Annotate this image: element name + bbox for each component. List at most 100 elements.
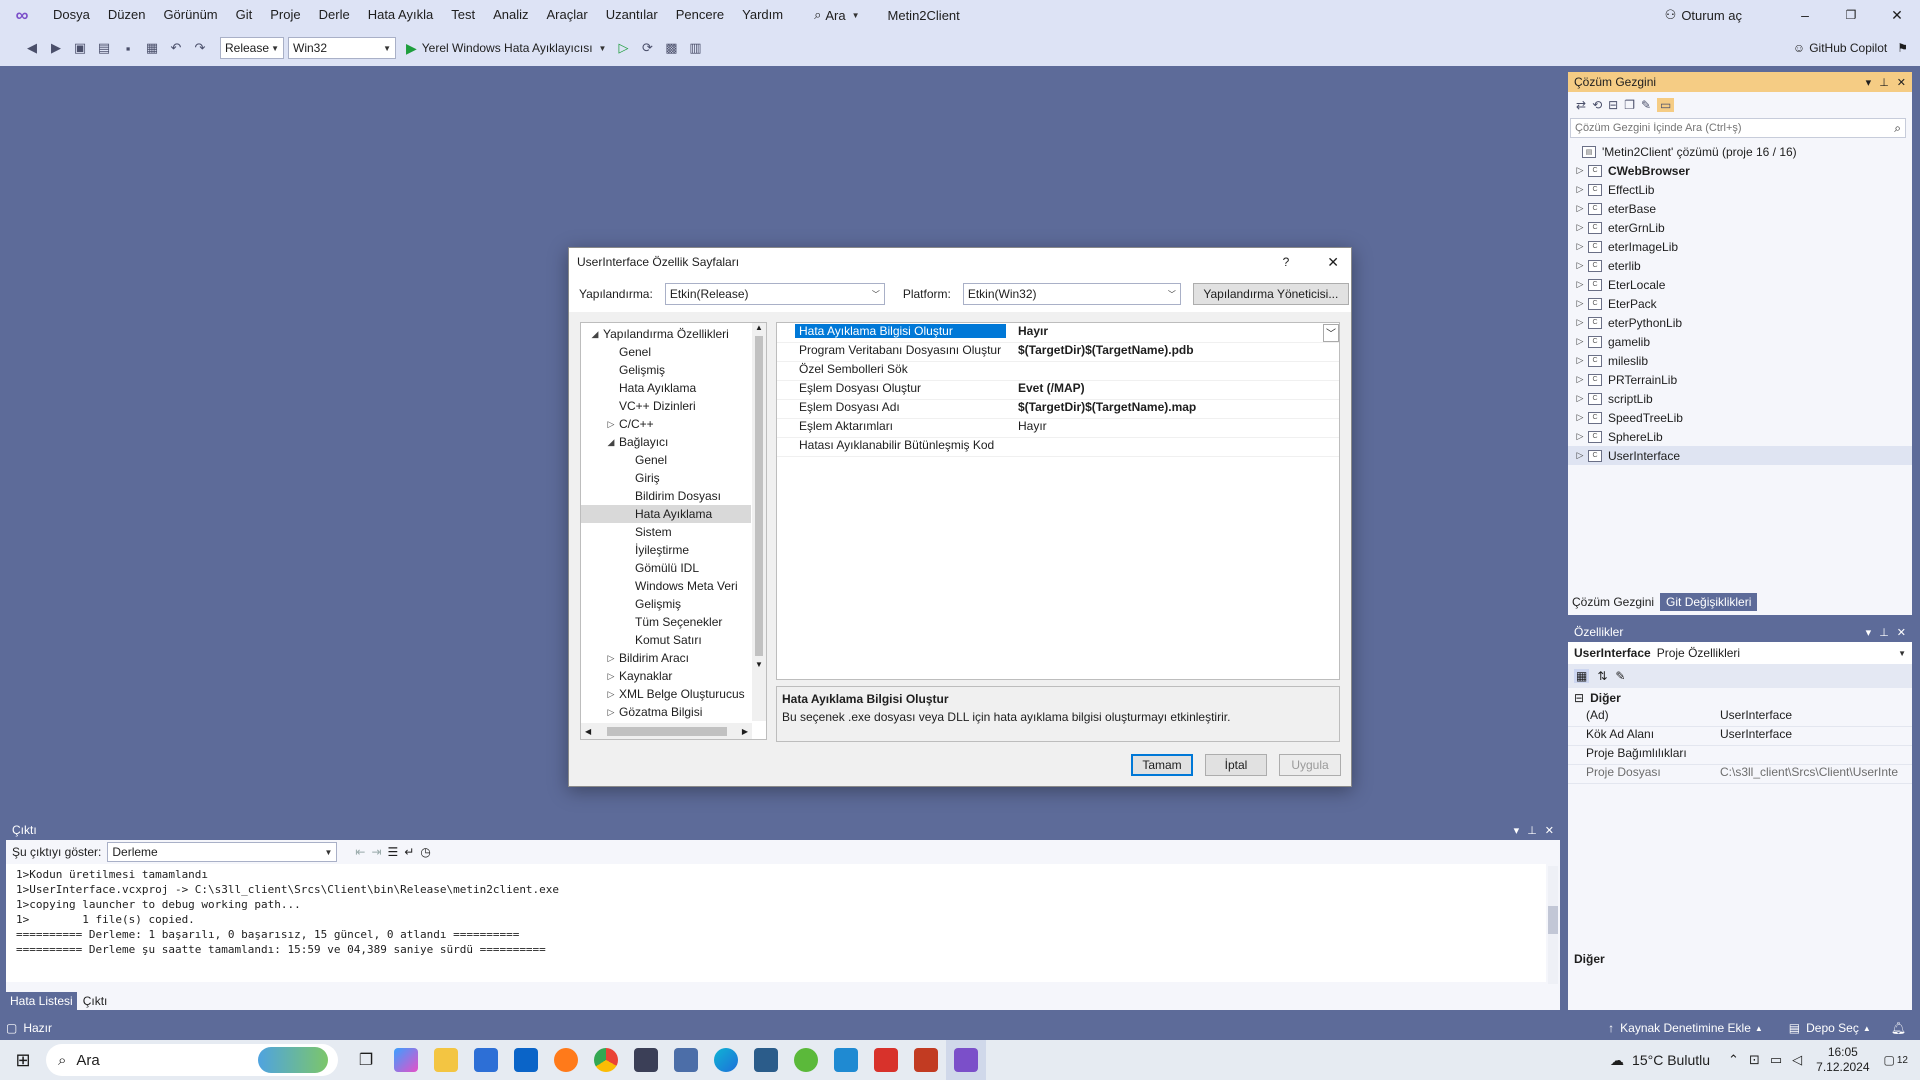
dialog-tree-item[interactable]: ◢ Bağlayıcı: [581, 433, 751, 451]
dialog-tree-item[interactable]: Tüm Seçenekler: [581, 613, 751, 631]
property-grid-row[interactable]: Eşlem Dosyası Adı $(TargetDir)$(TargetNam…: [777, 400, 1339, 419]
dialog-tree-item[interactable]: Hata Ayıklama: [581, 505, 751, 523]
dialog-tree-item[interactable]: Genel: [581, 451, 751, 469]
visual-studio-icon[interactable]: [946, 1040, 986, 1080]
menu-item-1[interactable]: Düzen: [99, 0, 155, 30]
copilot-app-icon[interactable]: [386, 1040, 426, 1080]
expand-icon[interactable]: ◢: [587, 329, 603, 340]
dialog-tree-item[interactable]: ▷ C/C++: [581, 415, 751, 433]
dialog-tree-item[interactable]: ▷ Kaynaklar: [581, 667, 751, 685]
dialog-tree-item[interactable]: ◢ Yapılandırma Özellikleri: [581, 325, 751, 343]
dialog-tree-item[interactable]: Hata Ayıklama: [581, 379, 751, 397]
notification-icon[interactable]: 🔔︎: [1891, 1021, 1906, 1035]
goto-prev-icon[interactable]: ⇤: [355, 845, 365, 859]
tree-hscroll[interactable]: ◀ ▶: [581, 723, 752, 739]
menu-item-11[interactable]: Pencere: [667, 0, 733, 30]
property-row[interactable]: Kök Ad Alanı UserInterface: [1568, 727, 1912, 746]
app-icon-4[interactable]: [866, 1040, 906, 1080]
property-grid-row[interactable]: Hatası Ayıklanabilir Bütünleşmiş Kod: [777, 438, 1339, 457]
expand-icon[interactable]: ▷: [1572, 241, 1588, 252]
chevron-down-icon[interactable]: ▾: [1866, 626, 1872, 639]
save-icon[interactable]: ▪: [119, 39, 137, 57]
tab-output[interactable]: Çıktı: [78, 994, 112, 1008]
dialog-tree-item[interactable]: Genel: [581, 343, 751, 361]
expand-icon[interactable]: ▷: [1572, 374, 1588, 385]
pin-icon[interactable]: ⊥: [1879, 76, 1889, 89]
cancel-button[interactable]: İptal: [1205, 754, 1267, 776]
dialog-tree-item[interactable]: Windows Meta Veri: [581, 577, 751, 595]
expand-icon[interactable]: ▷: [1572, 298, 1588, 309]
ok-button[interactable]: Tamam: [1131, 754, 1193, 776]
expand-icon[interactable]: ▷: [1572, 184, 1588, 195]
dialog-tree-item[interactable]: ▷ XML Belge Oluşturucus: [581, 685, 751, 703]
expand-icon[interactable]: ▷: [1572, 203, 1588, 214]
expand-icon[interactable]: ▷: [1572, 431, 1588, 442]
menu-item-0[interactable]: Dosya: [44, 0, 99, 30]
edge-icon[interactable]: [706, 1040, 746, 1080]
search-app-icon[interactable]: [546, 1040, 586, 1080]
expand-icon[interactable]: ▷: [1572, 260, 1588, 271]
project-item[interactable]: ▷ C CWebBrowser: [1568, 161, 1912, 180]
dialog-platform-select[interactable]: Etkin(Win32) ﹀: [962, 283, 1181, 305]
solution-root[interactable]: ▤ 'Metin2Client' çözümü (proje 16 / 16): [1568, 142, 1912, 161]
word-wrap-icon[interactable]: ↵: [404, 845, 414, 859]
property-grid-row[interactable]: Eşlem Aktarımları Hayır: [777, 419, 1339, 438]
windows-start-icon[interactable]: ⊞: [0, 1040, 46, 1080]
dialog-tree-item[interactable]: İyileştirme: [581, 541, 751, 559]
preview-icon[interactable]: ▭: [1657, 98, 1675, 112]
expand-icon[interactable]: ▷: [603, 653, 619, 664]
alphabetical-icon[interactable]: ⇅: [1597, 669, 1607, 683]
expand-icon[interactable]: ▷: [1572, 279, 1588, 290]
dialog-config-select[interactable]: Etkin(Release) ﹀: [664, 283, 885, 305]
vscode-icon[interactable]: [826, 1040, 866, 1080]
project-item[interactable]: ▷ C SpeedTreeLib: [1568, 408, 1912, 427]
menu-item-6[interactable]: Hata Ayıkla: [359, 0, 443, 30]
dialog-close-icon[interactable]: ✕: [1327, 254, 1339, 271]
save-all-icon[interactable]: ▦: [143, 39, 161, 57]
project-item[interactable]: ▷ C EterLocale: [1568, 275, 1912, 294]
config-manager-button[interactable]: Yapılandırma Yöneticisi...: [1192, 283, 1349, 305]
menu-item-5[interactable]: Derle: [310, 0, 359, 30]
usb-icon[interactable]: ⊡: [1749, 1052, 1760, 1068]
project-item[interactable]: ▷ C SphereLib: [1568, 427, 1912, 446]
minimize-button[interactable]: –: [1782, 7, 1828, 23]
dialog-tree-item[interactable]: Sistem: [581, 523, 751, 541]
project-item[interactable]: ▷ C EffectLib: [1568, 180, 1912, 199]
menu-item-9[interactable]: Araçlar: [538, 0, 597, 30]
feedback-icon[interactable]: ⚑: [1897, 41, 1908, 55]
menu-item-12[interactable]: Yardım: [733, 0, 792, 30]
task-view-icon[interactable]: ❐: [346, 1040, 386, 1080]
search-box[interactable]: ⌕ Ara ▼: [806, 7, 867, 23]
tab-git-changes[interactable]: Git Değişiklikleri: [1660, 593, 1758, 611]
history-icon[interactable]: ⟲: [1592, 98, 1602, 112]
menu-item-10[interactable]: Uzantılar: [597, 0, 667, 30]
goto-next-icon[interactable]: ⇥: [371, 845, 381, 859]
clear-all-icon[interactable]: ☰: [388, 845, 399, 859]
expand-icon[interactable]: ▷: [1572, 317, 1588, 328]
search-icon[interactable]: ⌕: [1894, 121, 1901, 136]
store-icon[interactable]: [466, 1040, 506, 1080]
expand-icon[interactable]: ▷: [1572, 393, 1588, 404]
properties-object-select[interactable]: UserInterface Proje Özellikleri ▼: [1568, 642, 1912, 664]
property-grid-row[interactable]: Eşlem Dosyası Oluştur Evet (/MAP): [777, 381, 1339, 400]
property-pages-icon[interactable]: ✎: [1615, 669, 1625, 683]
dialog-tree-item[interactable]: VC++ Dizinleri: [581, 397, 751, 415]
signin-button[interactable]: ⚇ Oturum aç: [1665, 7, 1742, 23]
vs-logo-icon[interactable]: ∞: [0, 5, 44, 26]
output-text[interactable]: 1>Kodun üretilmesi tamamlandı 1>UserInte…: [6, 864, 1546, 982]
dialog-tree-item[interactable]: Giriş: [581, 469, 751, 487]
expand-icon[interactable]: ◢: [603, 437, 619, 448]
tab-solution-explorer[interactable]: Çözüm Gezgini: [1568, 595, 1658, 609]
utorrent-icon[interactable]: [786, 1040, 826, 1080]
expand-icon[interactable]: ▷: [1572, 165, 1588, 176]
outlook-icon[interactable]: [506, 1040, 546, 1080]
menu-item-2[interactable]: Görünüm: [154, 0, 226, 30]
sync-icon[interactable]: ⇄: [1576, 98, 1586, 112]
project-item[interactable]: ▷ CeterBase: [1568, 199, 1912, 218]
dialog-tree-item[interactable]: ▷ Bildirim Aracı: [581, 649, 751, 667]
apply-button[interactable]: Uygula: [1279, 754, 1341, 776]
output-scrollbar[interactable]: [1548, 866, 1558, 984]
app-icon-1[interactable]: [626, 1040, 666, 1080]
project-item[interactable]: ▷ CscriptLib: [1568, 389, 1912, 408]
file-explorer-icon[interactable]: [426, 1040, 466, 1080]
